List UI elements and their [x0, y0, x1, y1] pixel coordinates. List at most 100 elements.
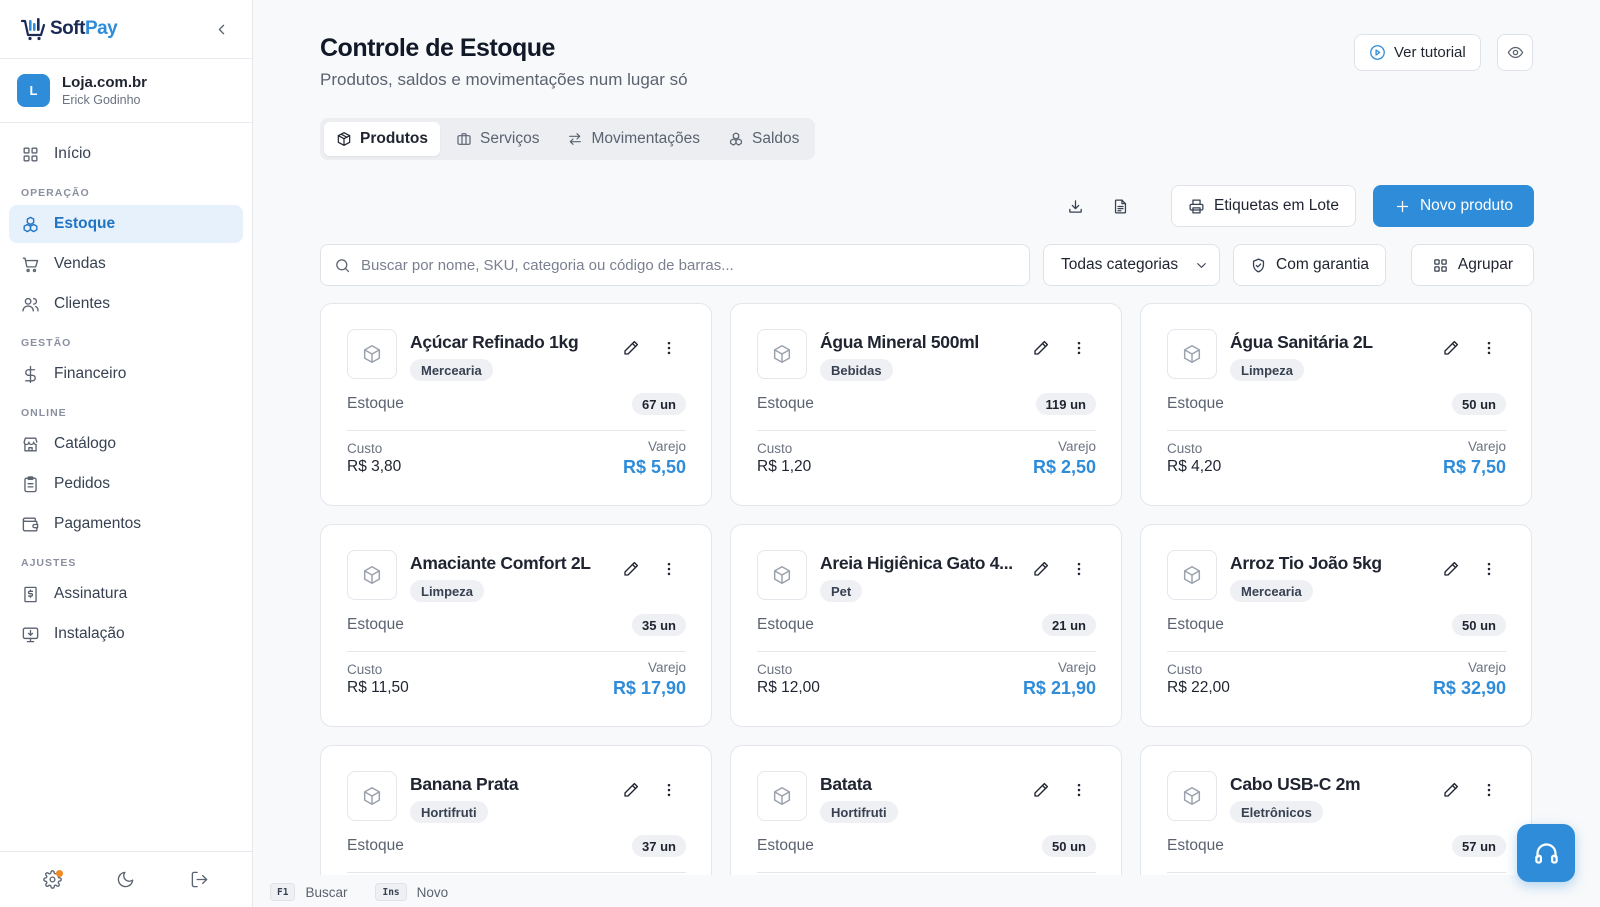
more-options-button[interactable] — [657, 336, 681, 360]
tab-bar: Produtos Serviços Movimentações Saldos — [320, 118, 816, 160]
pencil-icon — [624, 782, 639, 797]
product-card[interactable]: Cabo USB-C 2m Eletrônicos Estoque 57 un — [1140, 745, 1532, 875]
sidebar-item-instalacao[interactable]: Instalação — [9, 615, 243, 653]
edit-button[interactable] — [619, 557, 643, 581]
pencil-icon — [624, 561, 639, 576]
product-card[interactable]: Água Mineral 500ml Bebidas Estoque 119 un Cu… — [730, 303, 1122, 506]
sidebar-item-estoque[interactable]: Estoque — [9, 205, 243, 243]
product-card[interactable]: Água Sanitária 2L Limpeza Estoque 50 un Cust… — [1140, 303, 1532, 506]
briefcase-icon — [457, 133, 471, 145]
sidebar-item-label: Pagamentos — [54, 515, 142, 532]
warranty-filter-button[interactable]: Com garantia — [1233, 244, 1387, 286]
report-button[interactable] — [1105, 191, 1135, 221]
sidebar-item-catalogo[interactable]: Catálogo — [9, 425, 243, 463]
stock-badge: 57 un — [1452, 835, 1506, 857]
product-card[interactable]: Batata Hortifruti Estoque 50 un — [730, 745, 1122, 875]
more-options-button[interactable] — [1067, 336, 1091, 360]
pencil-icon — [1444, 782, 1459, 797]
more-options-button[interactable] — [1067, 778, 1091, 802]
tab-label: Saldos — [752, 130, 800, 147]
softpay-logo[interactable]: Soft Pay — [20, 17, 118, 41]
store-switcher[interactable]: L Loja.com.br Erick Godinho — [0, 59, 252, 123]
product-grid: Açúcar Refinado 1kg Mercearia Estoque 67 un… — [320, 303, 1535, 875]
sidebar-item-vendas[interactable]: Vendas — [9, 245, 243, 283]
visibility-toggle-button[interactable] — [1497, 34, 1533, 71]
more-options-button[interactable] — [1477, 557, 1501, 581]
product-card[interactable]: Banana Prata Hortifruti Estoque 37 un — [320, 745, 712, 875]
file-text-icon — [1114, 198, 1126, 214]
tutorial-label: Ver tutorial — [1394, 44, 1466, 61]
more-options-button[interactable] — [1477, 778, 1501, 802]
section-gestao: GESTÃO — [21, 337, 72, 349]
product-name: Areia Higiênica Gato 4... — [820, 553, 1013, 573]
main-content: Controle de Estoque Produtos, saldos e m… — [253, 0, 1600, 907]
support-button[interactable] — [1517, 824, 1575, 882]
stock-badge: 50 un — [1452, 614, 1506, 636]
tab-produtos[interactable]: Produtos — [324, 122, 441, 156]
stock-badge: 35 un — [632, 614, 686, 636]
more-options-button[interactable] — [1477, 336, 1501, 360]
tab-movimentacoes[interactable]: Movimentações — [555, 122, 712, 156]
edit-button[interactable] — [1439, 336, 1463, 360]
sidebar-nav: Início OPERAÇÃO Estoque Vendas Clientes … — [0, 123, 252, 667]
more-vertical-icon — [667, 562, 671, 576]
retail-label: Varejo — [647, 660, 686, 675]
stock-label: Estoque — [347, 837, 404, 854]
package-icon — [1183, 345, 1201, 363]
card-divider — [1167, 872, 1506, 873]
more-options-button[interactable] — [1067, 557, 1091, 581]
retail-label: Varejo — [1467, 439, 1506, 454]
more-vertical-icon — [1077, 783, 1081, 797]
logout-button[interactable] — [184, 865, 214, 895]
edit-button[interactable] — [1439, 778, 1463, 802]
cost-value: R$ 1,20 — [757, 458, 812, 475]
logo-soft: Soft — [50, 18, 85, 39]
chevron-down-icon — [1197, 262, 1206, 268]
sidebar-item-financeiro[interactable]: Financeiro — [9, 355, 243, 393]
tab-saldos[interactable]: Saldos — [716, 122, 811, 156]
edit-button[interactable] — [1029, 336, 1053, 360]
retail-label: Varejo — [1467, 660, 1506, 675]
edit-button[interactable] — [619, 336, 643, 360]
edit-button[interactable] — [1029, 778, 1053, 802]
shortcut-key: Ins — [375, 883, 407, 901]
sidebar-item-pagamentos[interactable]: Pagamentos — [9, 505, 243, 543]
product-card[interactable]: Amaciante Comfort 2L Limpeza Estoque 35 un C… — [320, 524, 712, 727]
collapse-sidebar-button[interactable] — [210, 18, 232, 40]
category-select[interactable]: Todas categorias — [1043, 244, 1220, 286]
edit-button[interactable] — [1439, 557, 1463, 581]
edit-button[interactable] — [1029, 557, 1053, 581]
printer-icon — [1189, 198, 1204, 214]
batch-labels-button[interactable]: Etiquetas em Lote — [1171, 185, 1356, 227]
sidebar-item-pedidos[interactable]: Pedidos — [9, 465, 243, 503]
product-card[interactable]: Açúcar Refinado 1kg Mercearia Estoque 67 un… — [320, 303, 712, 506]
new-product-button[interactable]: Novo produto — [1373, 185, 1534, 227]
category-badge: Limpeza — [410, 580, 485, 602]
group-button[interactable]: Agrupar — [1411, 244, 1534, 286]
settings-button[interactable] — [38, 865, 68, 895]
monitor-download-icon — [22, 626, 39, 642]
more-options-button[interactable] — [657, 557, 681, 581]
pencil-icon — [1034, 340, 1049, 355]
sidebar-item-inicio[interactable]: Início — [9, 135, 243, 173]
theme-toggle-button[interactable] — [111, 865, 141, 895]
notification-dot — [55, 869, 63, 877]
more-options-button[interactable] — [657, 778, 681, 802]
cost-value: R$ 11,50 — [347, 679, 409, 696]
tab-servicos[interactable]: Serviços — [444, 122, 551, 156]
section-online: ONLINE — [21, 407, 67, 419]
moon-icon — [118, 871, 134, 888]
export-button[interactable] — [1060, 191, 1090, 221]
search-input[interactable] — [361, 256, 1016, 274]
sidebar-item-assinatura[interactable]: Assinatura — [9, 575, 243, 613]
edit-button[interactable] — [619, 778, 643, 802]
sidebar-item-clientes[interactable]: Clientes — [9, 285, 243, 323]
product-card[interactable]: Arroz Tio João 5kg Mercearia Estoque 50 un C… — [1140, 524, 1532, 727]
new-product-label: Novo produto — [1419, 197, 1514, 214]
product-card[interactable]: Areia Higiênica Gato 4... Pet Estoque 21 un… — [730, 524, 1122, 727]
cost-value: R$ 12,00 — [757, 679, 820, 696]
category-badge: Mercearia — [1230, 580, 1313, 602]
boxes-icon — [23, 216, 38, 232]
product-thumbnail — [757, 771, 807, 821]
tutorial-button[interactable]: Ver tutorial — [1354, 34, 1481, 71]
